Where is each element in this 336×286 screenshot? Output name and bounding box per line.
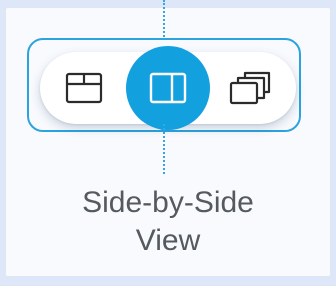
stacked-view-button[interactable] — [62, 66, 106, 110]
connector-line-top — [163, 0, 165, 40]
view-mode-switcher — [40, 46, 296, 130]
selected-mode-caption: Side-by-Side View — [0, 184, 336, 260]
side-by-side-view-icon — [149, 72, 187, 104]
stacked-view-icon — [65, 72, 103, 104]
connector-line-bottom — [163, 124, 165, 174]
side-by-side-view-button[interactable] — [126, 46, 210, 130]
overlapping-windows-button[interactable] — [226, 66, 274, 110]
overlapping-windows-icon — [229, 71, 271, 105]
caption-line-1: Side-by-Side — [82, 186, 254, 219]
caption-line-2: View — [135, 224, 201, 257]
